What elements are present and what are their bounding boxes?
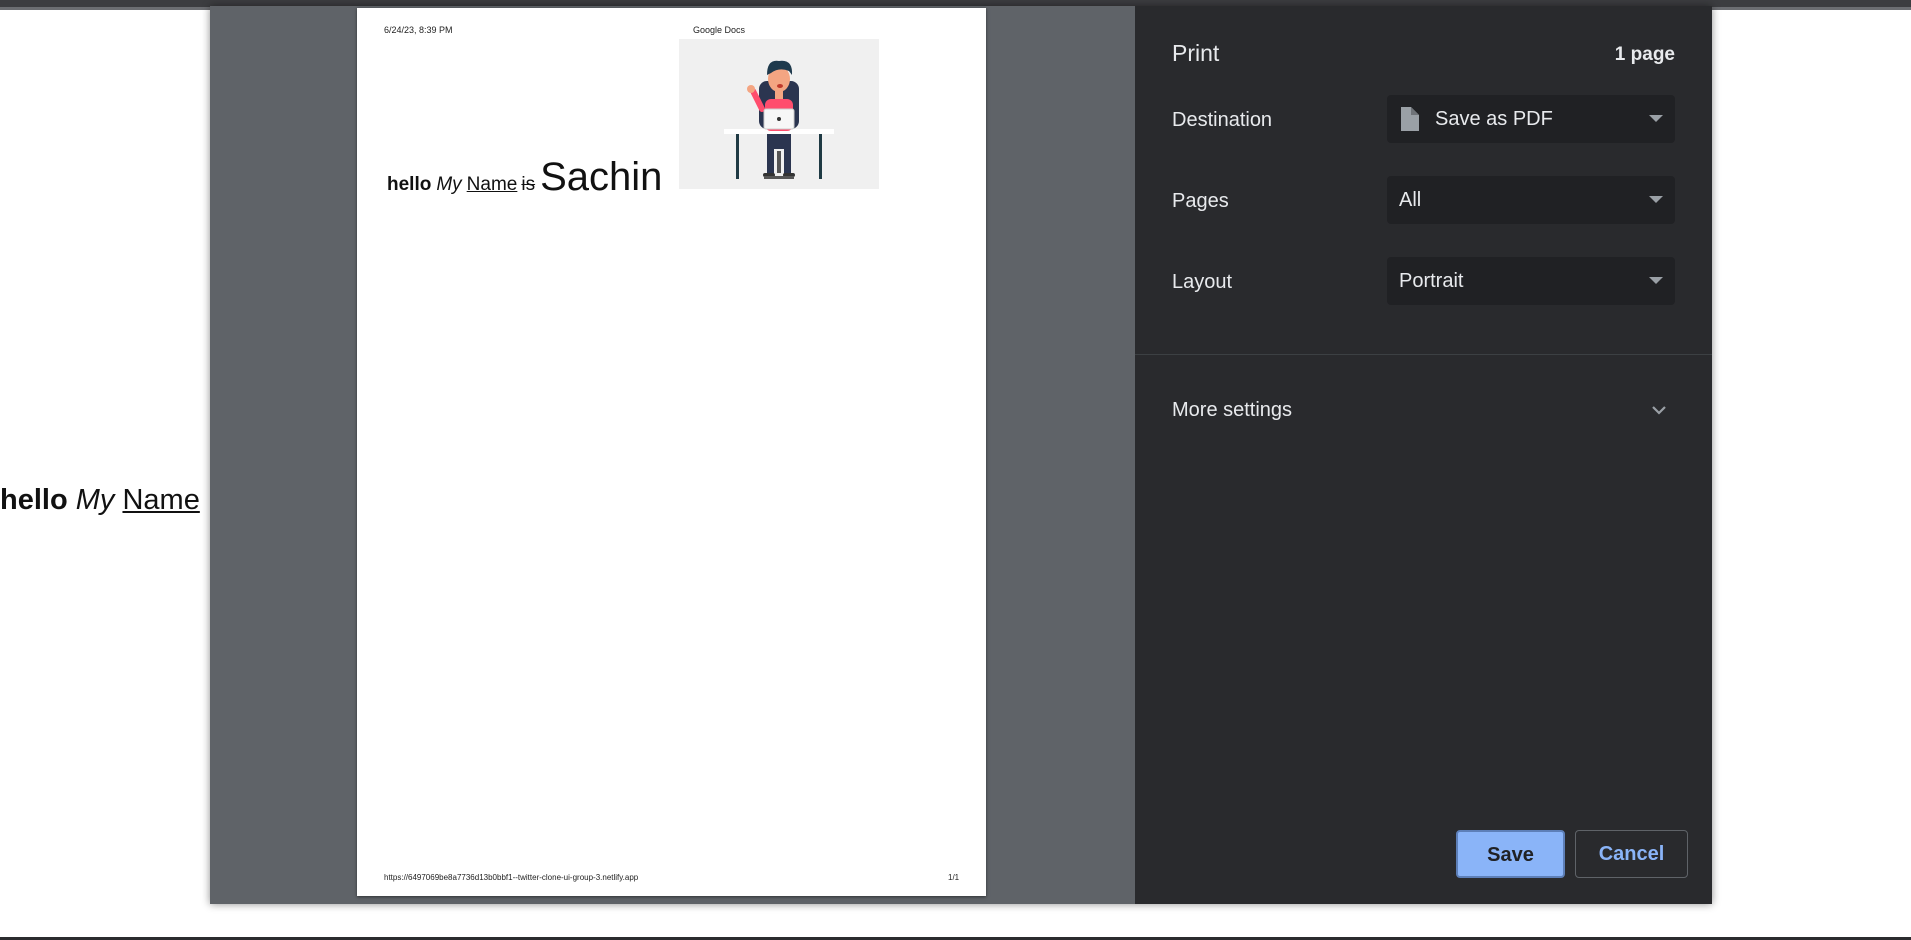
dropdown-arrow-icon (1649, 277, 1663, 284)
save-button[interactable]: Save (1456, 830, 1565, 878)
page-header-date: 6/24/23, 8:39 PM (384, 25, 453, 35)
dropdown-arrow-icon (1649, 196, 1663, 203)
print-dialog: 6/24/23, 8:39 PM Google Docs hello My Na… (210, 6, 1712, 904)
more-settings-toggle[interactable]: More settings (1172, 399, 1292, 422)
dropdown-arrow-icon (1649, 115, 1663, 122)
preview-sachin-text: Sachin (540, 155, 663, 199)
person-at-desk-illustration (679, 39, 879, 189)
preview-hello-text: hello (387, 174, 432, 195)
preview-page: 6/24/23, 8:39 PM Google Docs hello My Na… (357, 8, 986, 896)
layout-label: Layout (1172, 271, 1233, 293)
page-footer-url: https://6497069be8a7736d13b0bbf1--twitte… (384, 873, 639, 882)
cancel-button[interactable]: Cancel (1575, 830, 1688, 878)
layout-value: Portrait (1399, 270, 1464, 292)
page-header-title: Google Docs (693, 25, 746, 35)
preview-is-text: is (521, 174, 536, 195)
pages-label: Pages (1172, 190, 1229, 212)
pages-value: All (1399, 189, 1422, 211)
page-count: 1 page (1614, 44, 1675, 65)
destination-value: Save as PDF (1435, 108, 1553, 130)
bg-my-text: My (75, 484, 115, 516)
chevron-down-icon[interactable] (1651, 403, 1667, 421)
pages-select[interactable]: All (1387, 176, 1675, 224)
preview-document-line: hello My Name is Sachin (387, 155, 662, 200)
background-document-text: hello My Name (0, 484, 200, 517)
print-preview-area[interactable]: 6/24/23, 8:39 PM Google Docs hello My Na… (210, 6, 1135, 904)
print-title: Print (1172, 40, 1220, 66)
destination-select[interactable]: Save as PDF (1387, 95, 1675, 143)
file-icon (1399, 107, 1419, 137)
destination-label: Destination (1172, 109, 1273, 131)
print-settings-panel: Print 1 page Destination Save as PDF Pag… (1135, 6, 1712, 904)
bg-hello-text: hello (0, 484, 68, 516)
layout-select[interactable]: Portrait (1387, 257, 1675, 305)
page-footer-page-number: 1/1 (948, 873, 960, 882)
preview-my-text: My (436, 174, 462, 195)
bg-name-text: Name (122, 484, 200, 516)
preview-name-text: Name (466, 174, 518, 195)
settings-divider (1135, 354, 1712, 355)
